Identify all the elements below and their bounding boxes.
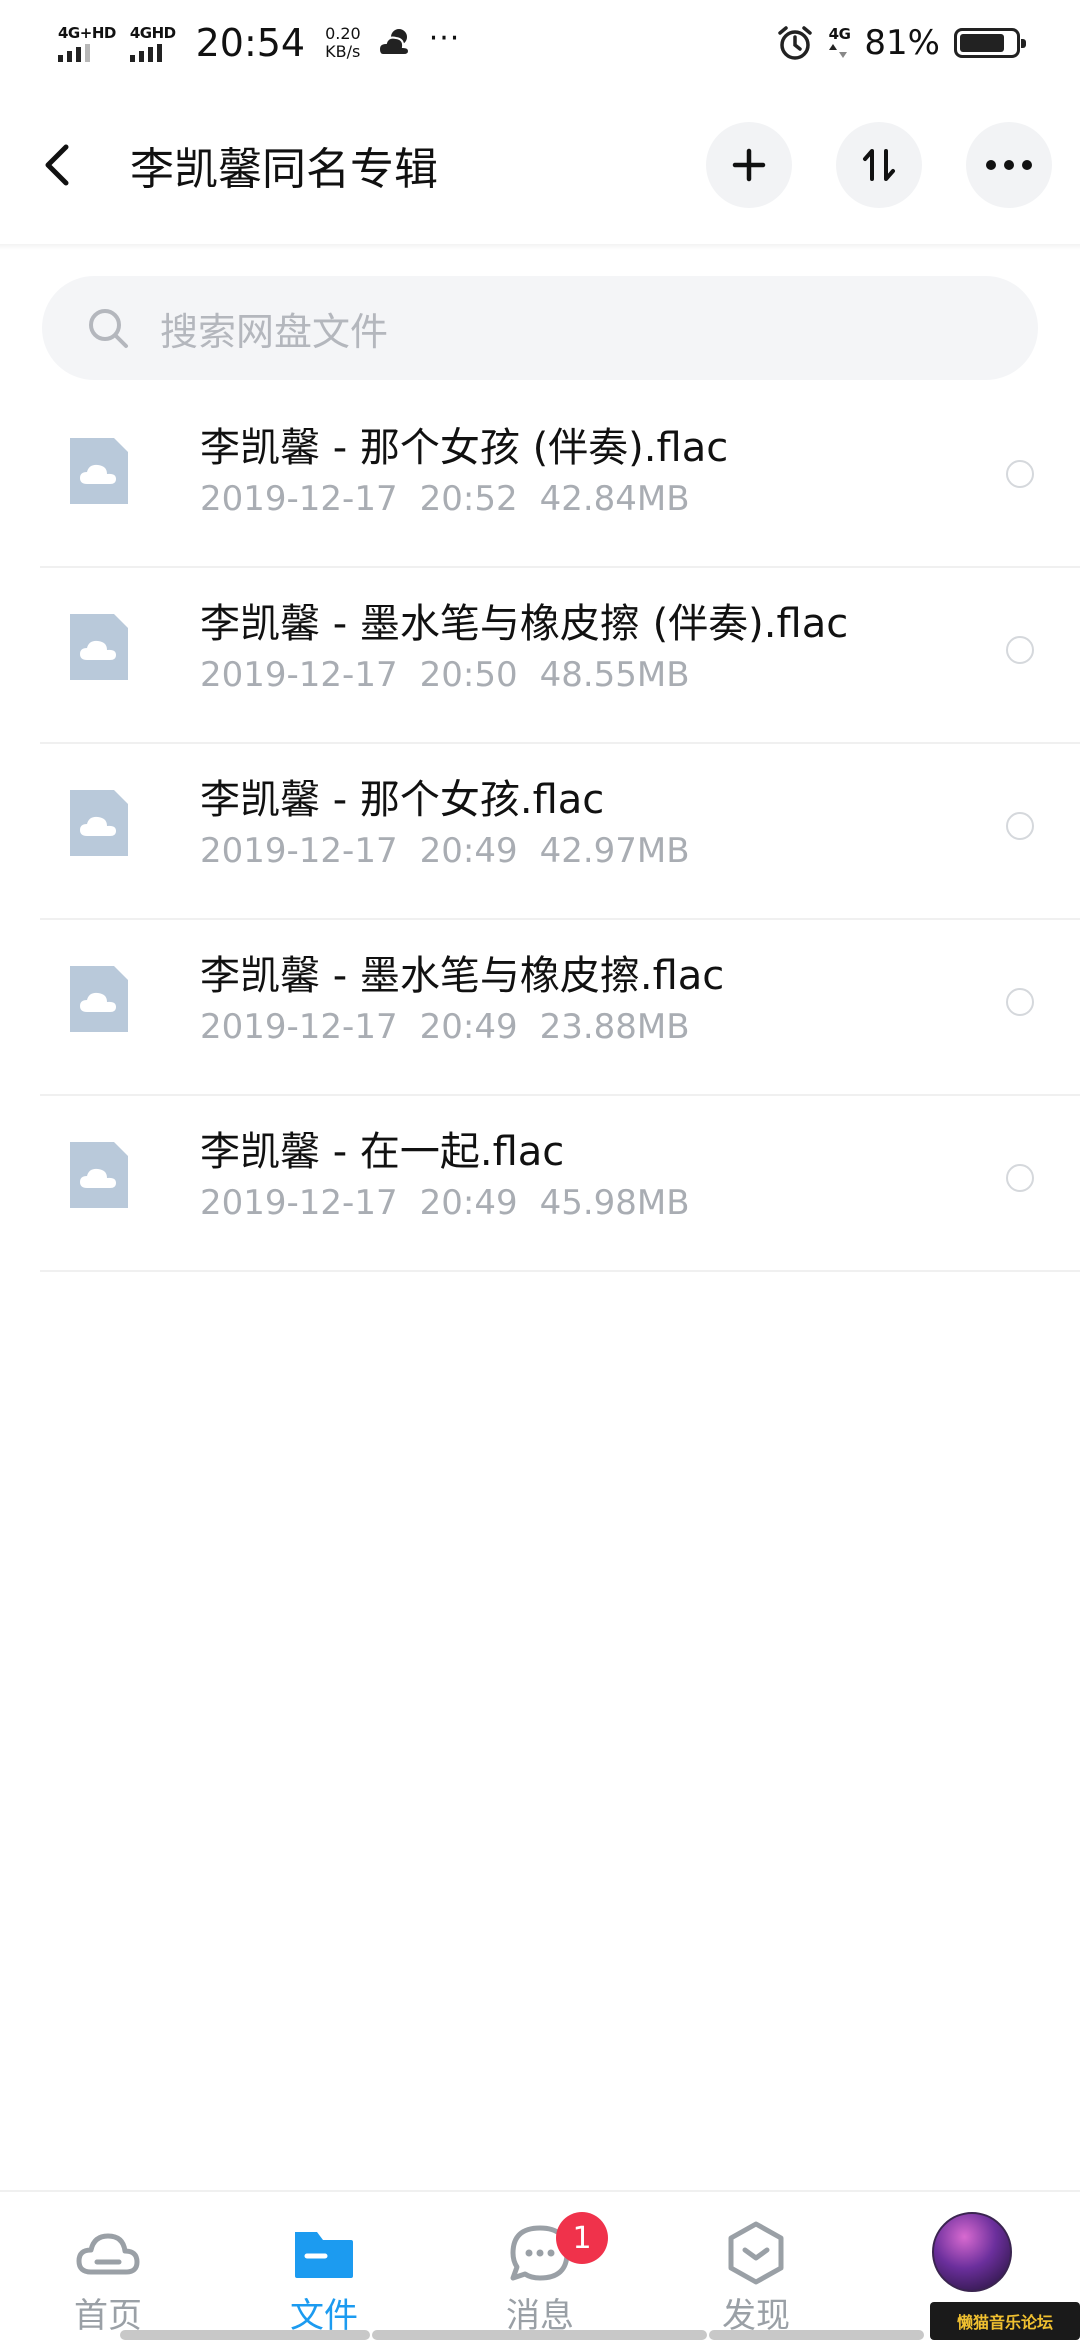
network-indicator-2: 4GHD [129,23,176,62]
header: 李凯馨同名专辑 [0,110,1080,220]
status-left: 4G+HD 4GHD 20:54 0.20 KB/s ··· [58,21,460,65]
home-indicator [372,2330,707,2340]
data-arrows-icon [828,44,847,58]
home-indicator [120,2330,370,2340]
more-icon [986,160,1032,170]
file-size: 42.84MB [539,479,690,519]
network-label-1: 4G+HD [58,23,116,42]
plus-icon [732,148,766,182]
file-row[interactable]: 李凯馨 - 墨水笔与橡皮擦.flac 2019-12-17 20:49 23.88M… [40,920,1080,1096]
file-info: 李凯馨 - 墨水笔与橡皮擦 (伴奏).flac 2019-12-17 20:50 4… [200,598,848,700]
network-label-2: 4GHD [129,23,176,42]
speed-value: 0.20 [325,24,361,43]
cloud-file-icon [70,790,128,856]
sort-button[interactable] [836,122,922,208]
network-indicator-1: 4G+HD [58,25,116,62]
file-time: 20:52 [419,479,518,519]
network-indicator-3: 4G [828,25,851,60]
file-size: 48.55MB [539,655,690,695]
file-row[interactable]: 李凯馨 - 在一起.flac 2019-12-17 20:49 45.98MB [40,1096,1080,1272]
add-button[interactable] [706,122,792,208]
cloud-file-icon [70,614,128,680]
cloud-file-icon [70,1142,128,1208]
file-meta: 2019-12-17 20:49 45.98MB [200,1178,690,1228]
file-date: 2019-12-17 [200,479,398,519]
file-meta: 2019-12-17 20:50 48.55MB [200,650,848,700]
header-divider [0,244,1080,250]
file-meta: 2019-12-17 20:49 23.88MB [200,1002,724,1052]
avatar[interactable] [932,2212,1012,2292]
status-right: 4G 81% [775,23,1026,63]
file-meta: 2019-12-17 20:49 42.97MB [200,826,690,876]
search-icon [89,309,128,348]
status-bar: 4G+HD 4GHD 20:54 0.20 KB/s ··· 4G 81% [0,0,1080,86]
nav-messages[interactable]: 消息 1 [460,2212,620,2336]
file-size: 42.97MB [539,831,690,871]
cloud-file-icon [70,966,128,1032]
file-time: 20:49 [419,1007,518,1047]
chevron-left-icon [45,144,69,186]
file-time: 20:49 [419,831,518,871]
sort-icon [863,149,895,181]
battery-percent: 81% [864,23,940,63]
select-checkbox[interactable] [1006,1164,1034,1192]
cloud-file-icon [70,438,128,504]
alarm-icon [777,26,812,60]
file-date: 2019-12-17 [200,831,398,871]
home-indicator [709,2330,924,2340]
screen: 4G+HD 4GHD 20:54 0.20 KB/s ··· 4G 81% 李凯… [0,0,1080,2340]
search-placeholder: 搜索网盘文件 [160,309,389,354]
file-row[interactable]: 李凯馨 - 那个女孩.flac 2019-12-17 20:49 42.97MB [40,744,1080,920]
nav-home[interactable]: 首页 [28,2218,188,2336]
unread-badge: 1 [556,2212,608,2264]
file-meta: 2019-12-17 20:52 42.84MB [200,474,728,524]
file-row[interactable]: 李凯馨 - 那个女孩 (伴奏).flac 2019-12-17 20:52 42.8… [40,392,1080,568]
file-info: 李凯馨 - 那个女孩.flac 2019-12-17 20:49 42.97MB [200,774,690,876]
network-speed: 0.20 KB/s [325,25,361,61]
file-info: 李凯馨 - 在一起.flac 2019-12-17 20:49 45.98MB [200,1126,690,1228]
bottom-nav: 首页 文件 消息 1 发现 [0,2190,1080,2340]
file-list: 李凯馨 - 那个女孩 (伴奏).flac 2019-12-17 20:52 42.8… [40,392,1080,1272]
folder-icon [295,2232,353,2278]
file-name: 李凯馨 - 在一起.flac [200,1129,565,1175]
watermark: 懒猫音乐论坛 [930,2302,1080,2340]
signal-bars-icon [58,43,90,62]
signal-bars-icon [129,43,162,62]
network-label-3: 4G [828,25,851,43]
select-checkbox[interactable] [1006,988,1034,1016]
speed-unit: KB/s [325,42,361,61]
select-checkbox[interactable] [1006,460,1034,488]
select-checkbox[interactable] [1006,812,1034,840]
file-date: 2019-12-17 [200,1183,398,1223]
more-button[interactable] [966,122,1052,208]
file-date: 2019-12-17 [200,655,398,695]
more-notifications-icon: ··· [428,20,461,56]
file-name: 李凯馨 - 墨水笔与橡皮擦 (伴奏).flac [200,601,849,647]
file-name: 李凯馨 - 那个女孩.flac [200,777,605,823]
file-time: 20:50 [419,655,518,695]
weather-cloud-icon [377,29,410,56]
file-info: 李凯馨 - 那个女孩 (伴奏).flac 2019-12-17 20:52 42.8… [200,422,728,524]
battery-icon [954,28,1026,58]
search-input[interactable]: 搜索网盘文件 [42,276,1038,380]
nav-discover[interactable]: 发现 [676,2218,836,2336]
file-size: 45.98MB [539,1183,690,1223]
file-row[interactable]: 李凯馨 - 墨水笔与橡皮擦 (伴奏).flac 2019-12-17 20:50 4… [40,568,1080,744]
page-title: 李凯馨同名专辑 [130,144,438,195]
back-button[interactable] [40,135,100,195]
cloud-icon [76,2233,140,2275]
select-checkbox[interactable] [1006,636,1034,664]
nav-files[interactable]: 文件 [244,2218,404,2336]
file-name: 李凯馨 - 墨水笔与橡皮擦.flac [200,953,725,999]
file-date: 2019-12-17 [200,1007,398,1047]
clock: 20:54 [195,21,306,65]
file-size: 23.88MB [539,1007,690,1047]
file-time: 20:49 [419,1183,518,1223]
discover-icon [728,2221,784,2285]
file-name: 李凯馨 - 那个女孩 (伴奏).flac [200,425,729,471]
file-info: 李凯馨 - 墨水笔与橡皮擦.flac 2019-12-17 20:49 23.88M… [200,950,724,1052]
